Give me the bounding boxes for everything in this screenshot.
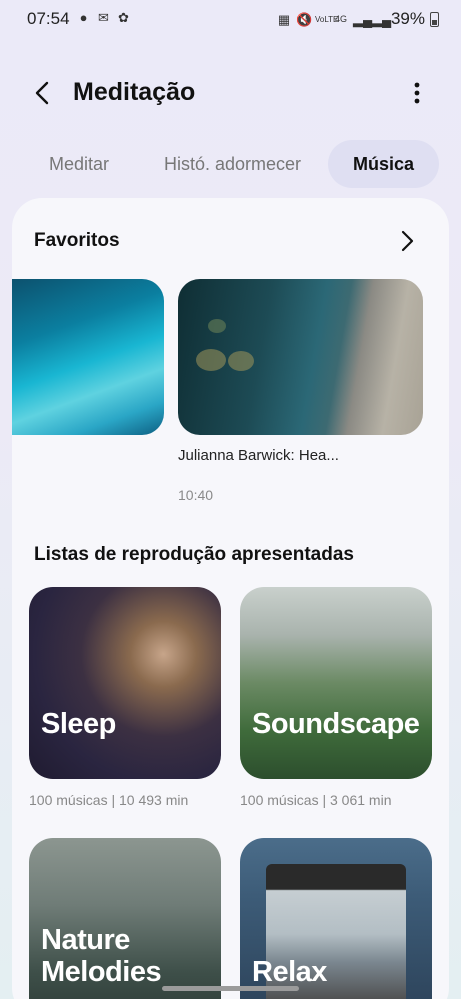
app-header: Meditação: [0, 72, 461, 116]
chevron-right-icon[interactable]: [394, 228, 420, 254]
favorite-track-duration: 10:40: [178, 487, 214, 503]
4g-icon: 4G: [334, 13, 347, 24]
thumbnail-detail: [228, 351, 254, 371]
favorite-track-title[interactable]: Julianna Barwick: Hea...: [178, 445, 378, 466]
playlist-relax[interactable]: Relax: [240, 838, 432, 999]
playlist-meta: 100 músicas | 10 493 min: [29, 792, 189, 808]
arrow-left-icon[interactable]: [28, 78, 58, 108]
tab-meditar[interactable]: Meditar: [34, 140, 124, 188]
thumbnail-detail: [196, 349, 226, 371]
pinwheel-icon: ✿: [118, 10, 129, 25]
favorite-thumbnail-shore[interactable]: [178, 279, 423, 435]
favorite-thumbnail-ocean[interactable]: [12, 279, 164, 435]
tab-bar: Meditar Histó. adormecer Música: [0, 140, 461, 188]
playlist-nature-melodies[interactable]: Nature Melodies: [29, 838, 221, 999]
playlist-sleep[interactable]: Sleep: [29, 587, 221, 779]
status-time: 07:54: [27, 9, 70, 28]
tab-musica[interactable]: Música: [328, 140, 439, 188]
favorites-title: Favoritos: [34, 230, 120, 251]
sms-icon: ✉: [98, 10, 109, 25]
signal-2-icon: ▂▄: [371, 11, 392, 27]
status-right: ▦ 🔇 VoLTE 4G ▂▄ ▂▄ 39%: [277, 9, 439, 29]
playlist-label: Sleep: [41, 708, 116, 740]
playlist-label: Relax: [252, 956, 327, 988]
thumbnail-detail: [208, 319, 226, 333]
volte-icon: VoLTE: [314, 14, 339, 24]
tab-historias-adormecer[interactable]: Histó. adormecer: [150, 140, 315, 188]
playlist-label: Soundscape: [252, 708, 420, 740]
playlists-title: Listas de reprodução apresentadas: [34, 544, 354, 565]
bixby-icon: ●: [79, 10, 88, 25]
signal-icon: ▂▄: [352, 11, 373, 27]
mute-icon: 🔇: [295, 11, 313, 27]
more-vertical-icon[interactable]: [402, 78, 432, 108]
status-bar: 07:54 ● ✉ ✿ ▦ 🔇 VoLTE 4G ▂▄ ▂▄ 39%: [0, 0, 461, 38]
playlist-soundscape[interactable]: Soundscape: [240, 587, 432, 779]
playlist-label: Nature Melodies: [41, 924, 162, 988]
page-title: Meditação: [73, 78, 196, 106]
playlist-meta: 100 músicas | 3 061 min: [240, 792, 392, 808]
content-card: Favoritos Julianna Barwick: Hea... 10:40…: [12, 198, 449, 999]
home-indicator[interactable]: [162, 986, 299, 991]
status-left-icons: ● ✉ ✿: [76, 10, 131, 25]
nfc-icon: ▦: [277, 11, 291, 27]
battery-percent: 39%: [390, 9, 425, 28]
battery-icon: [430, 11, 439, 27]
